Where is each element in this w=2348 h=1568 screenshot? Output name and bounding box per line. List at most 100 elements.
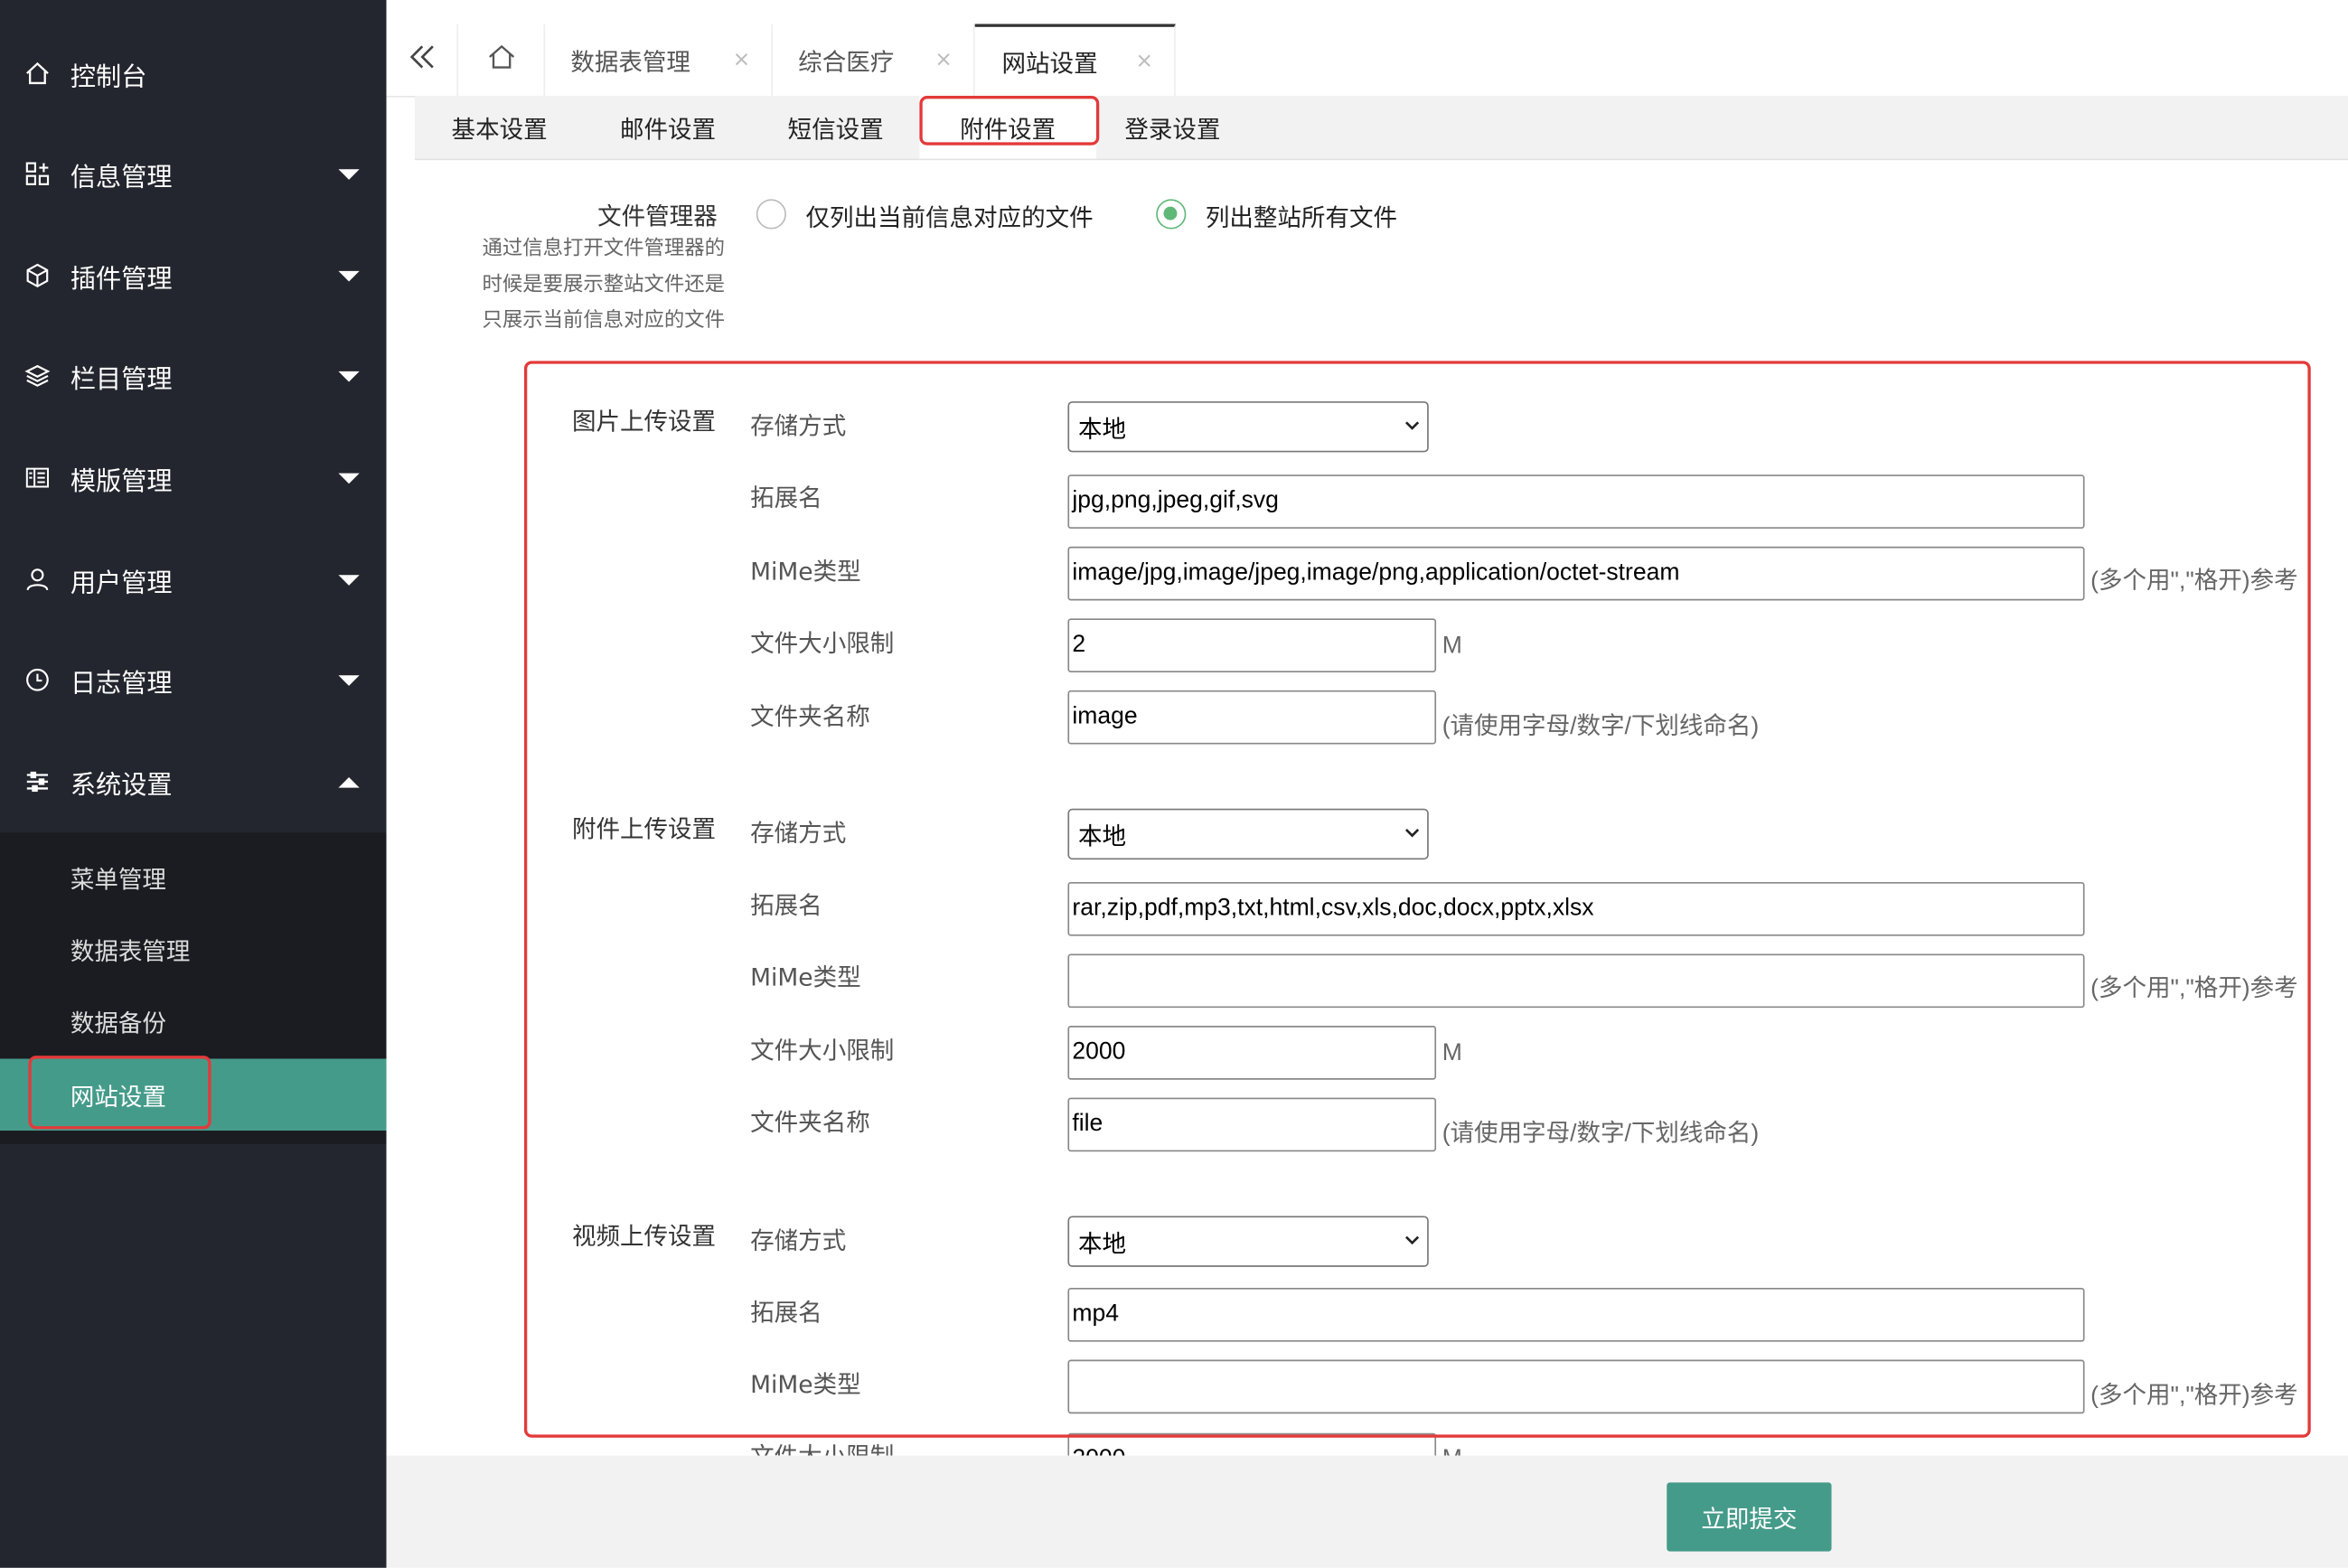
tab-bar: 数据表管理 × 综合医疗 × 网站设置 × xyxy=(386,0,2348,98)
settings-tabs: 基本设置 邮件设置 短信设置 附件设置 登录设置 xyxy=(414,96,2348,161)
sidebar-item-label: 系统设置 xyxy=(70,770,173,801)
double-chevron-left-icon xyxy=(407,42,437,78)
video-size-input[interactable]: 2000 xyxy=(1067,1432,1437,1456)
submenu-item-tables[interactable]: 数据表管理 xyxy=(0,914,387,986)
image-folder-input[interactable]: image xyxy=(1067,690,1437,745)
sidebar-item-dashboard[interactable]: 控制台 xyxy=(0,36,387,111)
mime-hint: (多个用","格开)参考 xyxy=(2090,568,2298,595)
subtab-sms[interactable]: 短信设置 xyxy=(752,96,920,159)
close-icon[interactable]: × xyxy=(1135,50,1152,74)
submit-button[interactable]: 立即提交 xyxy=(1667,1482,1832,1552)
size-label: 文件大小限制 xyxy=(750,1436,894,1456)
attachment-folder-input[interactable]: file xyxy=(1067,1097,1437,1152)
chevron-down-icon xyxy=(1404,421,1420,430)
tab-label: 综合医疗 xyxy=(798,48,895,77)
sidebar-item-plugins[interactable]: 插件管理 xyxy=(0,238,387,313)
storage-label: 存储方式 xyxy=(750,411,847,441)
storage-label: 存储方式 xyxy=(750,1226,847,1255)
attachment-ext-input[interactable]: rar,zip,pdf,mp3,txt,html,csv,xls,doc,doc… xyxy=(1067,881,2085,936)
mime-hint: (多个用","格开)参考 xyxy=(2090,1384,2298,1410)
subtab-attachment[interactable]: 附件设置 xyxy=(919,96,1096,159)
sidebar-item-label: 模版管理 xyxy=(70,466,173,497)
layers-icon xyxy=(24,362,52,390)
chevron-down-icon xyxy=(338,371,360,381)
clock-icon xyxy=(24,666,52,693)
sidebar-item-columns[interactable]: 栏目管理 xyxy=(0,338,387,413)
tab-medical[interactable]: 综合医疗 × xyxy=(773,23,975,97)
close-icon[interactable]: × xyxy=(733,48,750,72)
template-icon xyxy=(24,465,52,492)
storage-label: 存储方式 xyxy=(750,819,847,848)
sidebar-item-label: 控制台 xyxy=(70,61,147,92)
radio-all-files[interactable] xyxy=(1156,199,1187,230)
home-icon xyxy=(486,42,516,78)
cube-icon xyxy=(24,262,52,289)
folder-hint: (请使用字母/数字/下划线命名) xyxy=(1442,1122,1760,1148)
attachment-size-input[interactable]: 2000 xyxy=(1067,1026,1437,1080)
tab-site-settings[interactable]: 网站设置 × xyxy=(974,23,1176,97)
image-storage-select[interactable]: 本地 xyxy=(1067,401,1429,453)
folder-hint: (请使用字母/数字/下划线命名) xyxy=(1442,714,1760,740)
sidebar-item-label: 用户管理 xyxy=(70,568,173,598)
sidebar-item-label: 日志管理 xyxy=(70,668,173,699)
chevron-down-icon xyxy=(338,674,360,686)
tab-label: 数据表管理 xyxy=(570,48,690,77)
attachment-mime-input[interactable] xyxy=(1067,953,2085,1009)
size-label: 文件大小限制 xyxy=(750,1036,895,1066)
submenu-item-label: 数据备份 xyxy=(70,1009,166,1038)
file-manager-hint: 通过信息打开文件管理器的 时候是要展示整站文件还是 只展示当前信息对应的文件 xyxy=(482,236,725,333)
chevron-up-icon xyxy=(338,776,360,787)
subtab-login[interactable]: 登录设置 xyxy=(1096,96,1249,159)
image-ext-input[interactable]: jpg,png,jpeg,gif,svg xyxy=(1067,474,2085,529)
submenu-item-label: 网站设置 xyxy=(70,1083,166,1112)
folder-label: 文件夹名称 xyxy=(750,1108,870,1137)
video-mime-input[interactable] xyxy=(1067,1359,2085,1414)
chevron-down-icon xyxy=(338,574,360,586)
chevron-down-icon xyxy=(338,168,360,180)
subtab-mail[interactable]: 邮件设置 xyxy=(584,96,752,159)
submenu-item-backup[interactable]: 数据备份 xyxy=(0,985,387,1057)
video-ext-input[interactable]: mp4 xyxy=(1067,1288,2085,1342)
mime-label: MiMe类型 xyxy=(750,1370,861,1399)
sidebar-item-users[interactable]: 用户管理 xyxy=(0,542,387,617)
attachment-storage-select[interactable]: 本地 xyxy=(1067,808,1429,860)
sidebar-item-label: 信息管理 xyxy=(70,162,173,192)
close-icon[interactable]: × xyxy=(935,48,952,72)
chevron-down-icon xyxy=(1404,1235,1420,1245)
attachment-upload-title: 附件上传设置 xyxy=(571,814,717,843)
size-unit: M xyxy=(1442,1040,1462,1066)
image-size-input[interactable]: 2 xyxy=(1067,618,1437,672)
radio-label: 仅列出当前信息对应的文件 xyxy=(805,203,1094,232)
video-upload-title: 视频上传设置 xyxy=(571,1222,717,1251)
attachment-settings-form: 文件管理器 通过信息打开文件管理器的 时候是要展示整站文件还是 只展示当前信息对… xyxy=(414,160,2348,1456)
subtab-basic[interactable]: 基本设置 xyxy=(415,96,584,159)
sidebar-item-system[interactable]: 系统设置 xyxy=(0,745,387,820)
ext-label: 拓展名 xyxy=(750,1298,822,1328)
mime-label: MiMe类型 xyxy=(750,557,861,586)
tab-data-tables[interactable]: 数据表管理 × xyxy=(545,23,774,97)
sidebar-item-templates[interactable]: 模版管理 xyxy=(0,440,387,515)
submenu-item-site-settings[interactable]: 网站设置 xyxy=(0,1058,387,1131)
tab-home[interactable] xyxy=(458,23,546,97)
sidebar-item-label: 栏目管理 xyxy=(70,364,173,395)
sidebar-item-info[interactable]: 信息管理 xyxy=(0,136,387,211)
sliders-icon xyxy=(24,768,52,795)
image-upload-title: 图片上传设置 xyxy=(571,407,717,437)
image-mime-input[interactable]: image/jpg,image/jpeg,image/png,applicati… xyxy=(1067,546,2085,601)
ext-label: 拓展名 xyxy=(750,890,822,920)
form-footer: 立即提交 xyxy=(386,1455,2348,1568)
radio-label: 列出整站所有文件 xyxy=(1205,203,1398,232)
chevron-down-icon xyxy=(338,270,360,281)
chevron-down-icon xyxy=(1404,829,1420,838)
collapse-sidebar-button[interactable] xyxy=(387,23,459,97)
system-submenu: 菜单管理 数据表管理 数据备份 网站设置 xyxy=(0,832,387,1144)
submenu-item-label: 菜单管理 xyxy=(70,865,166,895)
chevron-down-icon xyxy=(338,472,360,484)
file-manager-label: 文件管理器 xyxy=(597,202,718,231)
radio-current-files[interactable] xyxy=(756,199,786,230)
size-label: 文件大小限制 xyxy=(750,628,895,658)
video-storage-select[interactable]: 本地 xyxy=(1067,1216,1429,1267)
folder-label: 文件夹名称 xyxy=(750,702,870,731)
sidebar-item-logs[interactable]: 日志管理 xyxy=(0,643,387,718)
submenu-item-menus[interactable]: 菜单管理 xyxy=(0,841,387,914)
